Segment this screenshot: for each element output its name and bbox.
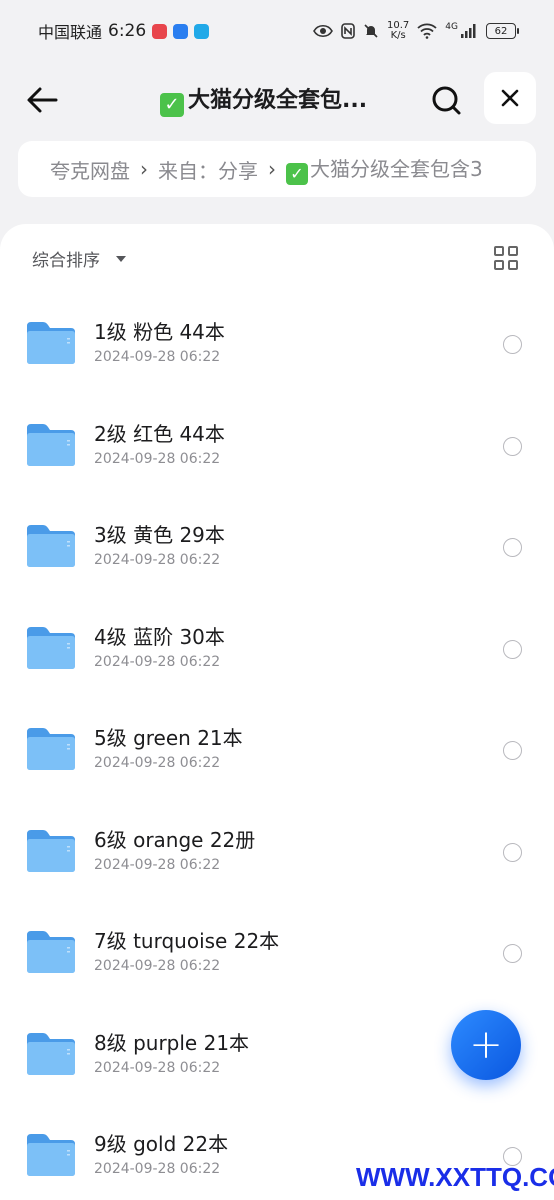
select-checkbox[interactable] bbox=[503, 639, 522, 659]
breadcrumb-item-current[interactable]: ✓ 大猫分级全套包含3 bbox=[286, 153, 483, 185]
folder-icon bbox=[27, 931, 75, 973]
cellular-type-label: 4G bbox=[445, 22, 458, 32]
folder-name: 6级 orange 22册 bbox=[94, 827, 256, 852]
folder-date: 2024-09-28 06:22 bbox=[94, 349, 221, 365]
eye-icon bbox=[313, 24, 333, 38]
search-icon bbox=[432, 86, 461, 115]
select-checkbox[interactable] bbox=[503, 335, 522, 354]
folder-date: 2024-09-28 06:22 bbox=[94, 552, 221, 568]
folder-date: 2024-09-28 06:22 bbox=[94, 653, 221, 670]
folder-name: 4级 蓝阶 30本 bbox=[94, 624, 225, 649]
sort-dropdown[interactable]: 综合排序 bbox=[32, 246, 126, 271]
header-bar: ✓ 大猫分级全套包... bbox=[0, 62, 554, 134]
checkmark-emoji-icon: ✓ bbox=[286, 163, 308, 185]
folder-icon bbox=[27, 322, 75, 364]
folder-date: 2024-09-28 06:22 bbox=[94, 1059, 221, 1076]
select-checkbox[interactable] bbox=[503, 436, 522, 456]
folder-name: 7级 turquoise 22本 bbox=[94, 929, 280, 953]
cell-signal-icon bbox=[461, 24, 476, 38]
close-icon bbox=[501, 89, 519, 107]
wifi-icon bbox=[417, 23, 437, 39]
select-checkbox[interactable] bbox=[503, 842, 522, 862]
network-speed-unit: K/s bbox=[390, 30, 406, 41]
checkmark-emoji-icon: ✓ bbox=[160, 93, 184, 117]
folder-row[interactable]: 4级 蓝阶 30本 2024-09-28 06:22 bbox=[0, 595, 554, 697]
folder-row[interactable]: 2级 红色 44本 2024-09-28 06:22 bbox=[0, 392, 554, 494]
mute-bell-icon bbox=[364, 24, 378, 38]
page-title-text: 大猫分级全套包... bbox=[188, 88, 368, 113]
notification-app-icon-blue bbox=[173, 23, 189, 39]
folder-icon bbox=[27, 525, 75, 567]
folder-icon bbox=[27, 829, 75, 872]
battery-icon: 62 bbox=[486, 23, 519, 39]
breadcrumb-item-current-label: 大猫分级全套包含3 bbox=[310, 157, 483, 181]
notification-app-icon-cyan bbox=[194, 23, 210, 39]
select-checkbox[interactable] bbox=[503, 538, 522, 557]
folder-date: 2024-09-28 06:22 bbox=[94, 856, 221, 873]
folder-name: 8级 purple 21本 bbox=[94, 1030, 250, 1055]
select-checkbox[interactable] bbox=[503, 944, 522, 963]
folder-row[interactable]: 7级 turquoise 22本 2024-09-28 06:22 bbox=[0, 899, 554, 1001]
arrow-left-icon bbox=[27, 87, 58, 113]
caret-down-icon bbox=[116, 255, 126, 262]
close-button[interactable] bbox=[484, 72, 536, 124]
folder-name: 5级 green 21本 bbox=[94, 726, 243, 750]
folder-row[interactable]: 3级 黄色 29本 2024-09-28 06:22 bbox=[0, 493, 554, 595]
folder-icon bbox=[27, 1032, 75, 1075]
folder-row[interactable]: 6级 orange 22册 2024-09-28 06:22 bbox=[0, 798, 554, 900]
grid-view-icon bbox=[508, 260, 518, 270]
search-button[interactable] bbox=[426, 80, 466, 120]
sort-label: 综合排序 bbox=[32, 251, 100, 271]
folder-row[interactable]: 1级 粉色 44本 2024-09-28 06:22 bbox=[0, 290, 554, 392]
status-bar: 中国联通 6:26 10.7 K/s 4G 62 bbox=[0, 0, 554, 62]
folder-icon bbox=[27, 728, 75, 770]
folder-date: 2024-09-28 06:22 bbox=[94, 450, 221, 467]
back-button[interactable] bbox=[22, 80, 62, 120]
nfc-icon bbox=[341, 23, 355, 39]
folder-name: 9级 gold 22本 bbox=[94, 1132, 229, 1156]
folder-date: 2024-09-28 06:22 bbox=[94, 1161, 221, 1177]
folder-name: 1级 粉色 44本 bbox=[94, 320, 225, 344]
folder-row[interactable]: 5级 green 21本 2024-09-28 06:22 bbox=[0, 696, 554, 798]
status-right: 10.7 K/s 4G 62 bbox=[313, 21, 519, 41]
carrier-label: 中国联通 bbox=[38, 23, 103, 42]
grid-view-icon bbox=[508, 246, 518, 256]
breadcrumb: 夸克网盘 › 来自：分享 › ✓ 大猫分级全套包含3 bbox=[18, 141, 536, 197]
grid-view-toggle[interactable] bbox=[494, 246, 518, 270]
chevron-right-icon: › bbox=[268, 157, 276, 181]
page-title: ✓ 大猫分级全套包... bbox=[160, 82, 395, 117]
add-fab-button[interactable]: + bbox=[451, 1010, 521, 1080]
folder-name: 2级 红色 44本 bbox=[94, 421, 225, 446]
chevron-right-icon: › bbox=[140, 157, 148, 181]
battery-level: 62 bbox=[494, 25, 508, 37]
breadcrumb-item-root[interactable]: 夸克网盘 bbox=[50, 155, 130, 184]
grid-view-icon bbox=[494, 246, 504, 256]
watermark-text: WWW.XXTTQ.COM bbox=[356, 1162, 554, 1192]
status-left: 中国联通 6:26 bbox=[38, 19, 210, 43]
grid-view-icon bbox=[494, 260, 504, 270]
clock-time: 6:26 bbox=[108, 21, 147, 41]
folder-date: 2024-09-28 06:22 bbox=[94, 958, 221, 974]
folder-icon bbox=[27, 423, 75, 466]
folder-date: 2024-09-28 06:22 bbox=[94, 755, 221, 771]
breadcrumb-item-share[interactable]: 来自：分享 bbox=[158, 155, 258, 184]
notification-app-icon-red bbox=[152, 23, 168, 39]
network-speed: 10.7 K/s bbox=[387, 21, 409, 41]
folder-icon bbox=[27, 626, 75, 669]
folder-icon bbox=[27, 1134, 75, 1176]
quark-drive-folder-screen: 中国联通 6:26 10.7 K/s 4G 62 ✓ 大猫分级全套包... 夸克… bbox=[0, 0, 554, 1200]
plus-icon: + bbox=[469, 1022, 503, 1068]
select-checkbox[interactable] bbox=[503, 741, 522, 760]
folder-name: 3级 黄色 29本 bbox=[94, 523, 225, 547]
